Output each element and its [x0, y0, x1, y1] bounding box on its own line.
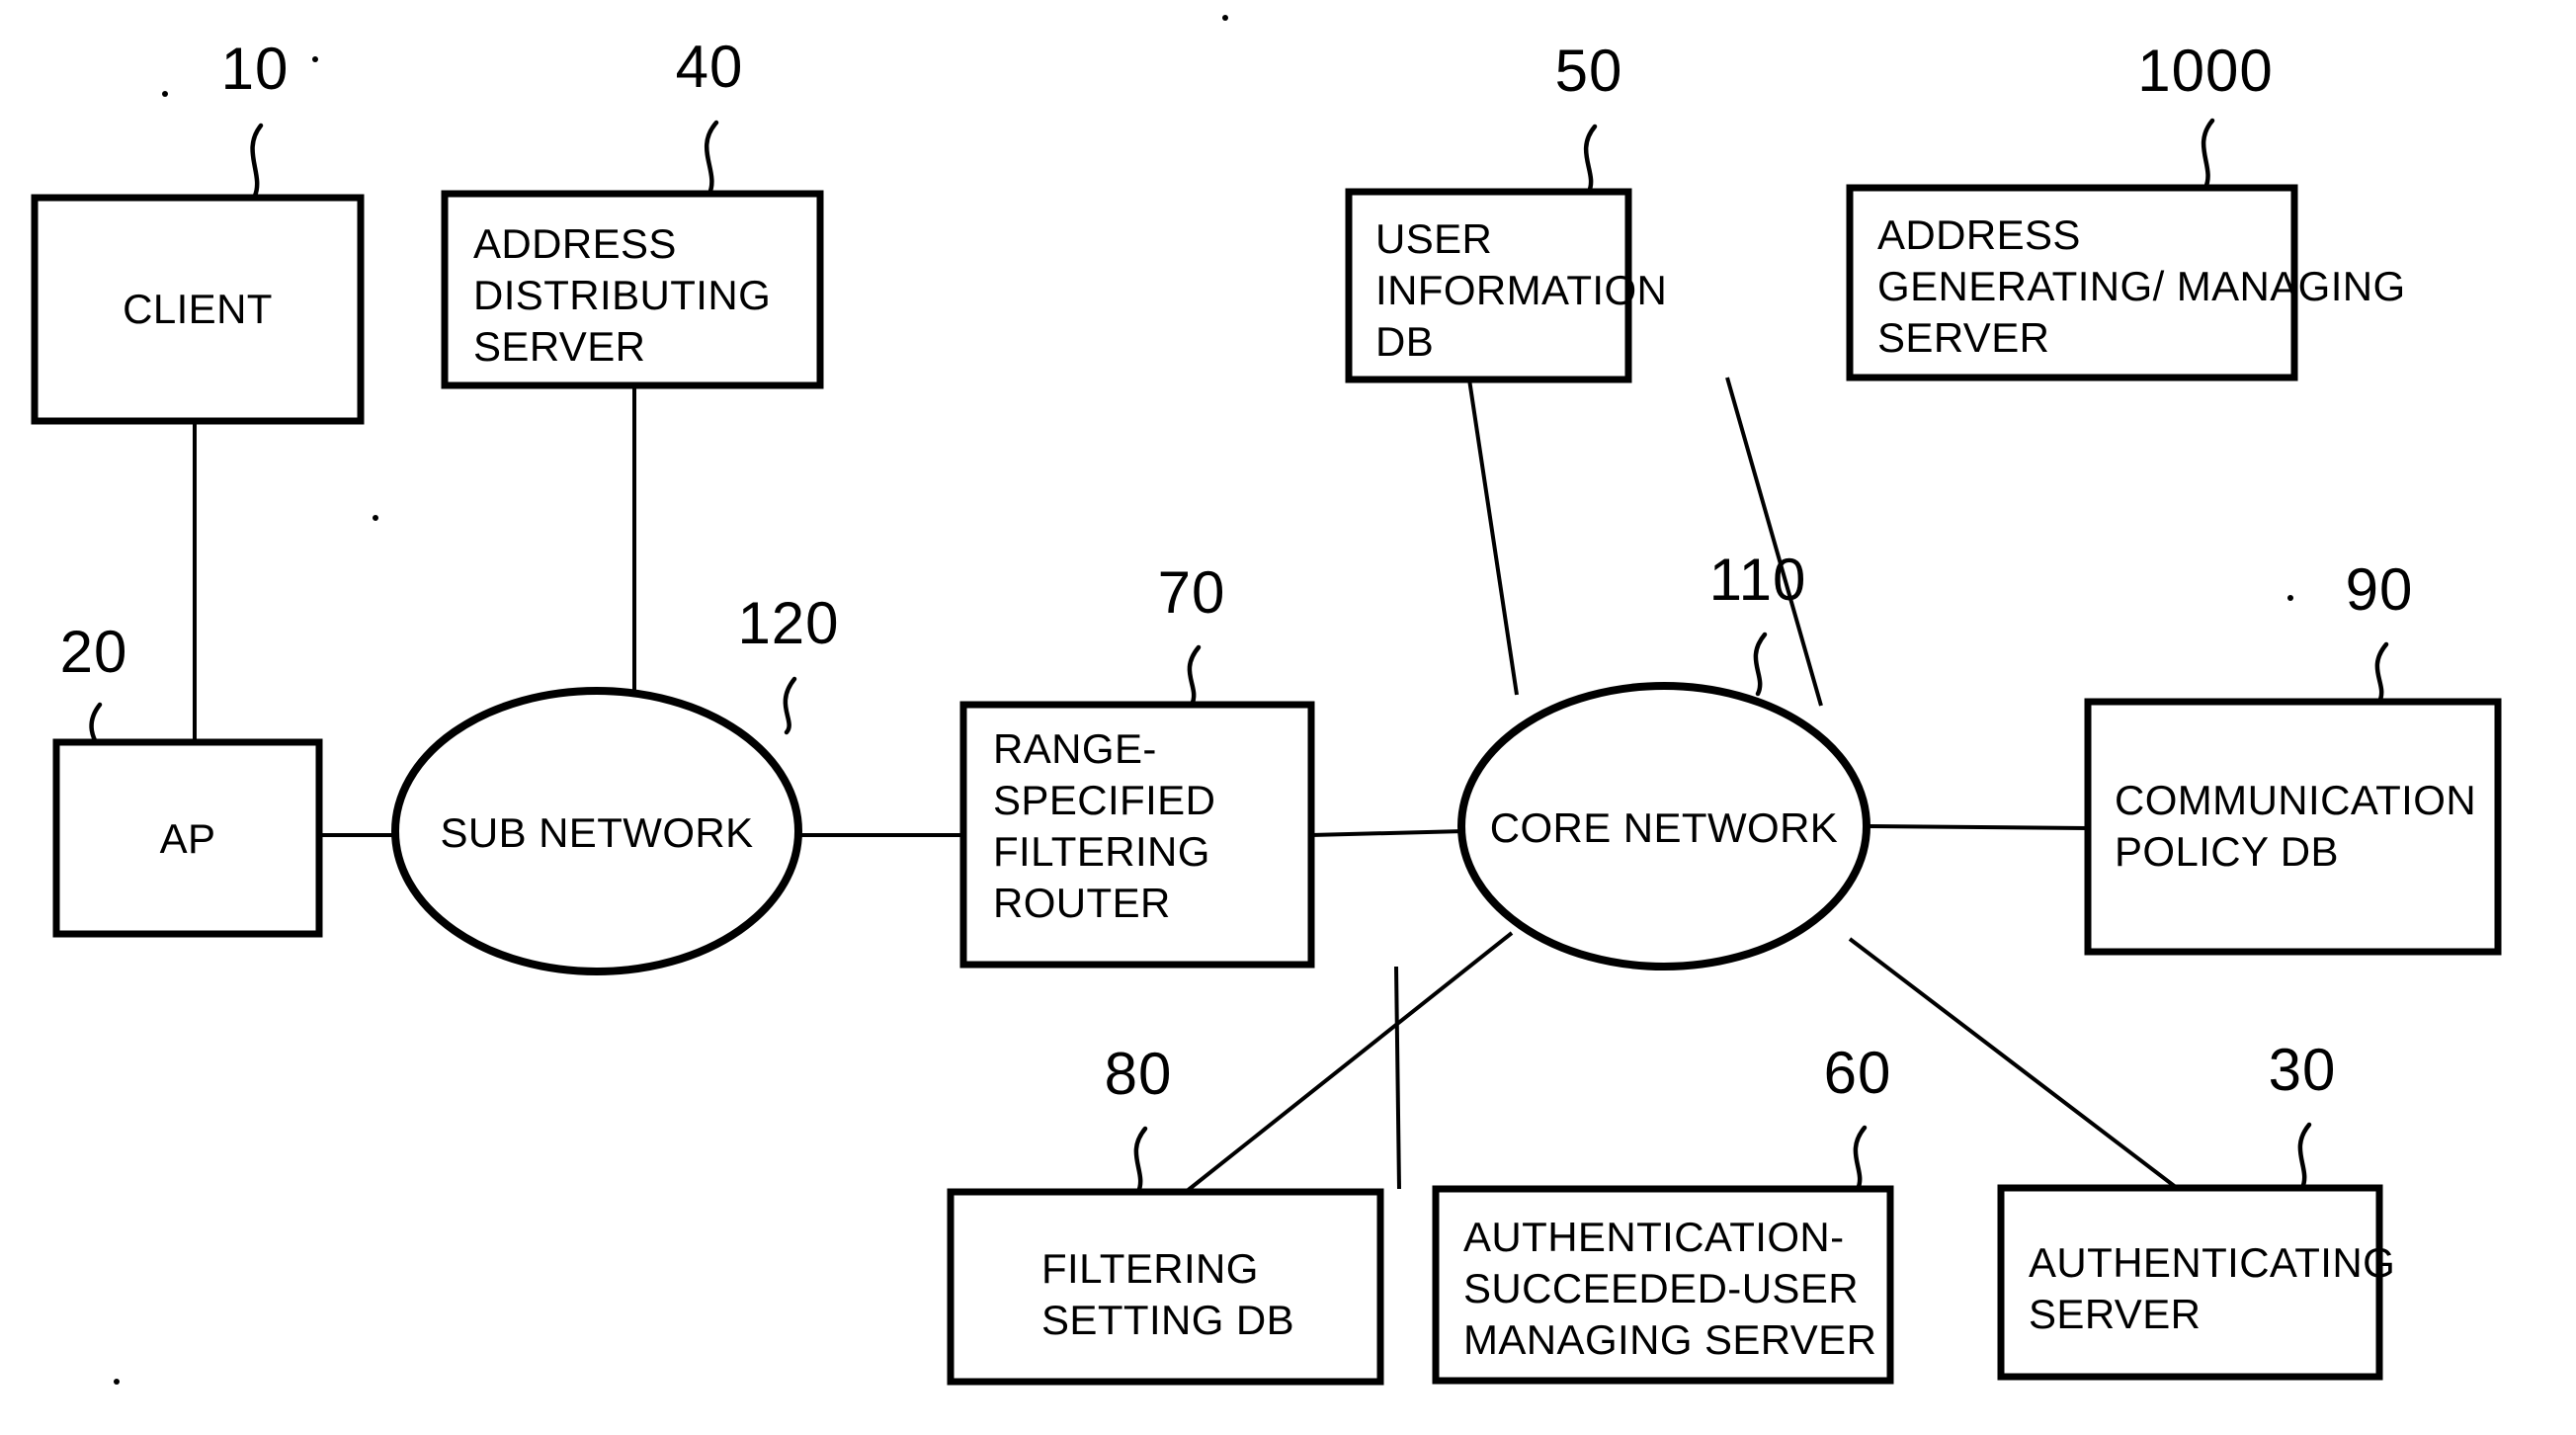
node-authentication-succeeded-user-managing-server[interactable]: AUTHENTICATION- SUCCEEDED-USER MANAGING … — [1432, 1185, 1894, 1385]
address-distributing-server-label-line-1: ADDRESS — [473, 220, 677, 267]
reference-number-80: 80 — [1105, 1041, 1173, 1107]
filtering-setting-db-label-line-1: FILTERING — [1041, 1245, 1259, 1292]
user-information-db-label-line-1: USER — [1375, 215, 1492, 262]
authenticating-server-label-line-1: AUTHENTICATING — [2029, 1239, 2395, 1286]
connection-corenetwork-to-authsrv — [1848, 937, 2179, 1190]
node-ap[interactable]: AP — [52, 738, 323, 938]
scan-speck — [162, 91, 168, 97]
node-authenticating-server[interactable]: AUTHENTICATING SERVER — [1997, 1184, 2395, 1381]
scan-speck — [312, 56, 318, 62]
diagram-canvas: CLIENT ADDRESS DISTRIBUTING SERVER AP SU… — [31, 15, 2502, 1386]
user-information-db-label-line-2: INFORMATION — [1375, 267, 1667, 313]
auth-succeeded-label-line-3: MANAGING SERVER — [1463, 1316, 1876, 1363]
connection-corenetwork-to-filterdb — [1184, 931, 1514, 1194]
leader-line-40 — [704, 120, 719, 197]
node-client[interactable]: CLIENT — [31, 194, 365, 425]
leader-line-20 — [89, 702, 103, 746]
connection-addrgen-to-corenetwork — [1725, 377, 1823, 707]
node-filtering-setting-db[interactable]: FILTERING SETTING DB — [947, 1188, 1384, 1386]
address-generating-managing-server-label-line-2: GENERATING/ MANAGING — [1877, 263, 2406, 309]
user-information-db-label-line-3: DB — [1375, 318, 1434, 365]
core-network-label: CORE NETWORK — [1490, 804, 1838, 851]
communication-policy-db-label-line-2: POLICY DB — [2115, 828, 2339, 875]
reference-number-1000: 1000 — [2137, 38, 2273, 104]
reference-number-40: 40 — [676, 34, 744, 100]
node-range-specified-filtering-router[interactable]: RANGE- SPECIFIED FILTERING ROUTER — [959, 701, 1315, 969]
reference-number-110: 110 — [1709, 547, 1807, 613]
reference-number-60: 60 — [1824, 1040, 1892, 1106]
address-generating-managing-server-label-line-3: SERVER — [1877, 314, 2049, 361]
reference-number-30: 30 — [2269, 1037, 2337, 1103]
leader-line-90 — [2374, 641, 2389, 705]
scan-speck — [114, 1379, 120, 1385]
connection-router-to-corenetwork — [1310, 829, 1465, 837]
reference-number-70: 70 — [1158, 559, 1226, 626]
router-label-line-3: FILTERING — [993, 828, 1210, 875]
node-sub-network[interactable]: SUB NETWORK — [391, 687, 802, 975]
leader-line-50 — [1583, 124, 1598, 195]
reference-number-10: 10 — [221, 36, 290, 102]
filtering-setting-db-label-line-2: SETTING DB — [1041, 1297, 1294, 1343]
client-label: CLIENT — [123, 286, 273, 332]
router-label-line-4: ROUTER — [993, 880, 1171, 926]
leader-line-70 — [1187, 644, 1202, 708]
node-communication-policy-db[interactable]: COMMUNICATION POLICY DB — [2084, 698, 2502, 956]
address-generating-managing-server-label-line-1: ADDRESS — [1877, 211, 2081, 258]
node-user-information-db[interactable]: USER INFORMATION DB — [1345, 188, 1667, 383]
scan-speck — [2287, 595, 2293, 601]
leader-line-120 — [783, 676, 797, 735]
reference-number-50: 50 — [1555, 38, 1623, 104]
leader-line-60 — [1853, 1125, 1868, 1192]
reference-number-20: 20 — [60, 619, 128, 685]
leader-line-30 — [2297, 1122, 2312, 1191]
leader-line-80 — [1133, 1126, 1148, 1195]
leader-line-10 — [250, 123, 264, 199]
node-address-generating-managing-server[interactable]: ADDRESS GENERATING/ MANAGING SERVER — [1846, 184, 2406, 381]
patent-figure: CLIENT ADDRESS DISTRIBUTING SERVER AP SU… — [0, 0, 2576, 1435]
address-distributing-server-label-line-3: SERVER — [473, 323, 645, 370]
sub-network-label: SUB NETWORK — [440, 809, 753, 856]
auth-succeeded-label-line-2: SUCCEEDED-USER — [1463, 1265, 1859, 1311]
connection-corenetwork-to-commpolicy — [1866, 824, 2089, 830]
communication-policy-db-box[interactable] — [2084, 698, 2502, 956]
reference-number-90: 90 — [2346, 556, 2414, 623]
auth-succeeded-label-line-1: AUTHENTICATION- — [1463, 1214, 1845, 1260]
authenticating-server-label-line-2: SERVER — [2029, 1291, 2201, 1337]
communication-policy-db-label-line-1: COMMUNICATION — [2115, 777, 2476, 823]
reference-number-120: 120 — [737, 590, 839, 656]
connection-userdb-to-corenetwork — [1467, 379, 1519, 696]
router-label-line-2: SPECIFIED — [993, 777, 1215, 823]
ap-label: AP — [160, 815, 216, 862]
node-core-network[interactable]: CORE NETWORK — [1457, 682, 1870, 971]
node-address-distributing-server[interactable]: ADDRESS DISTRIBUTING SERVER — [441, 190, 824, 389]
scan-speck — [1222, 15, 1228, 21]
connection-corenetwork-to-authsucc — [1394, 966, 1401, 1190]
leader-line-1000 — [2201, 118, 2215, 191]
leader-line-110 — [1753, 632, 1768, 697]
router-label-line-1: RANGE- — [993, 725, 1157, 772]
scan-speck — [373, 515, 378, 521]
address-distributing-server-label-line-2: DISTRIBUTING — [473, 272, 771, 318]
